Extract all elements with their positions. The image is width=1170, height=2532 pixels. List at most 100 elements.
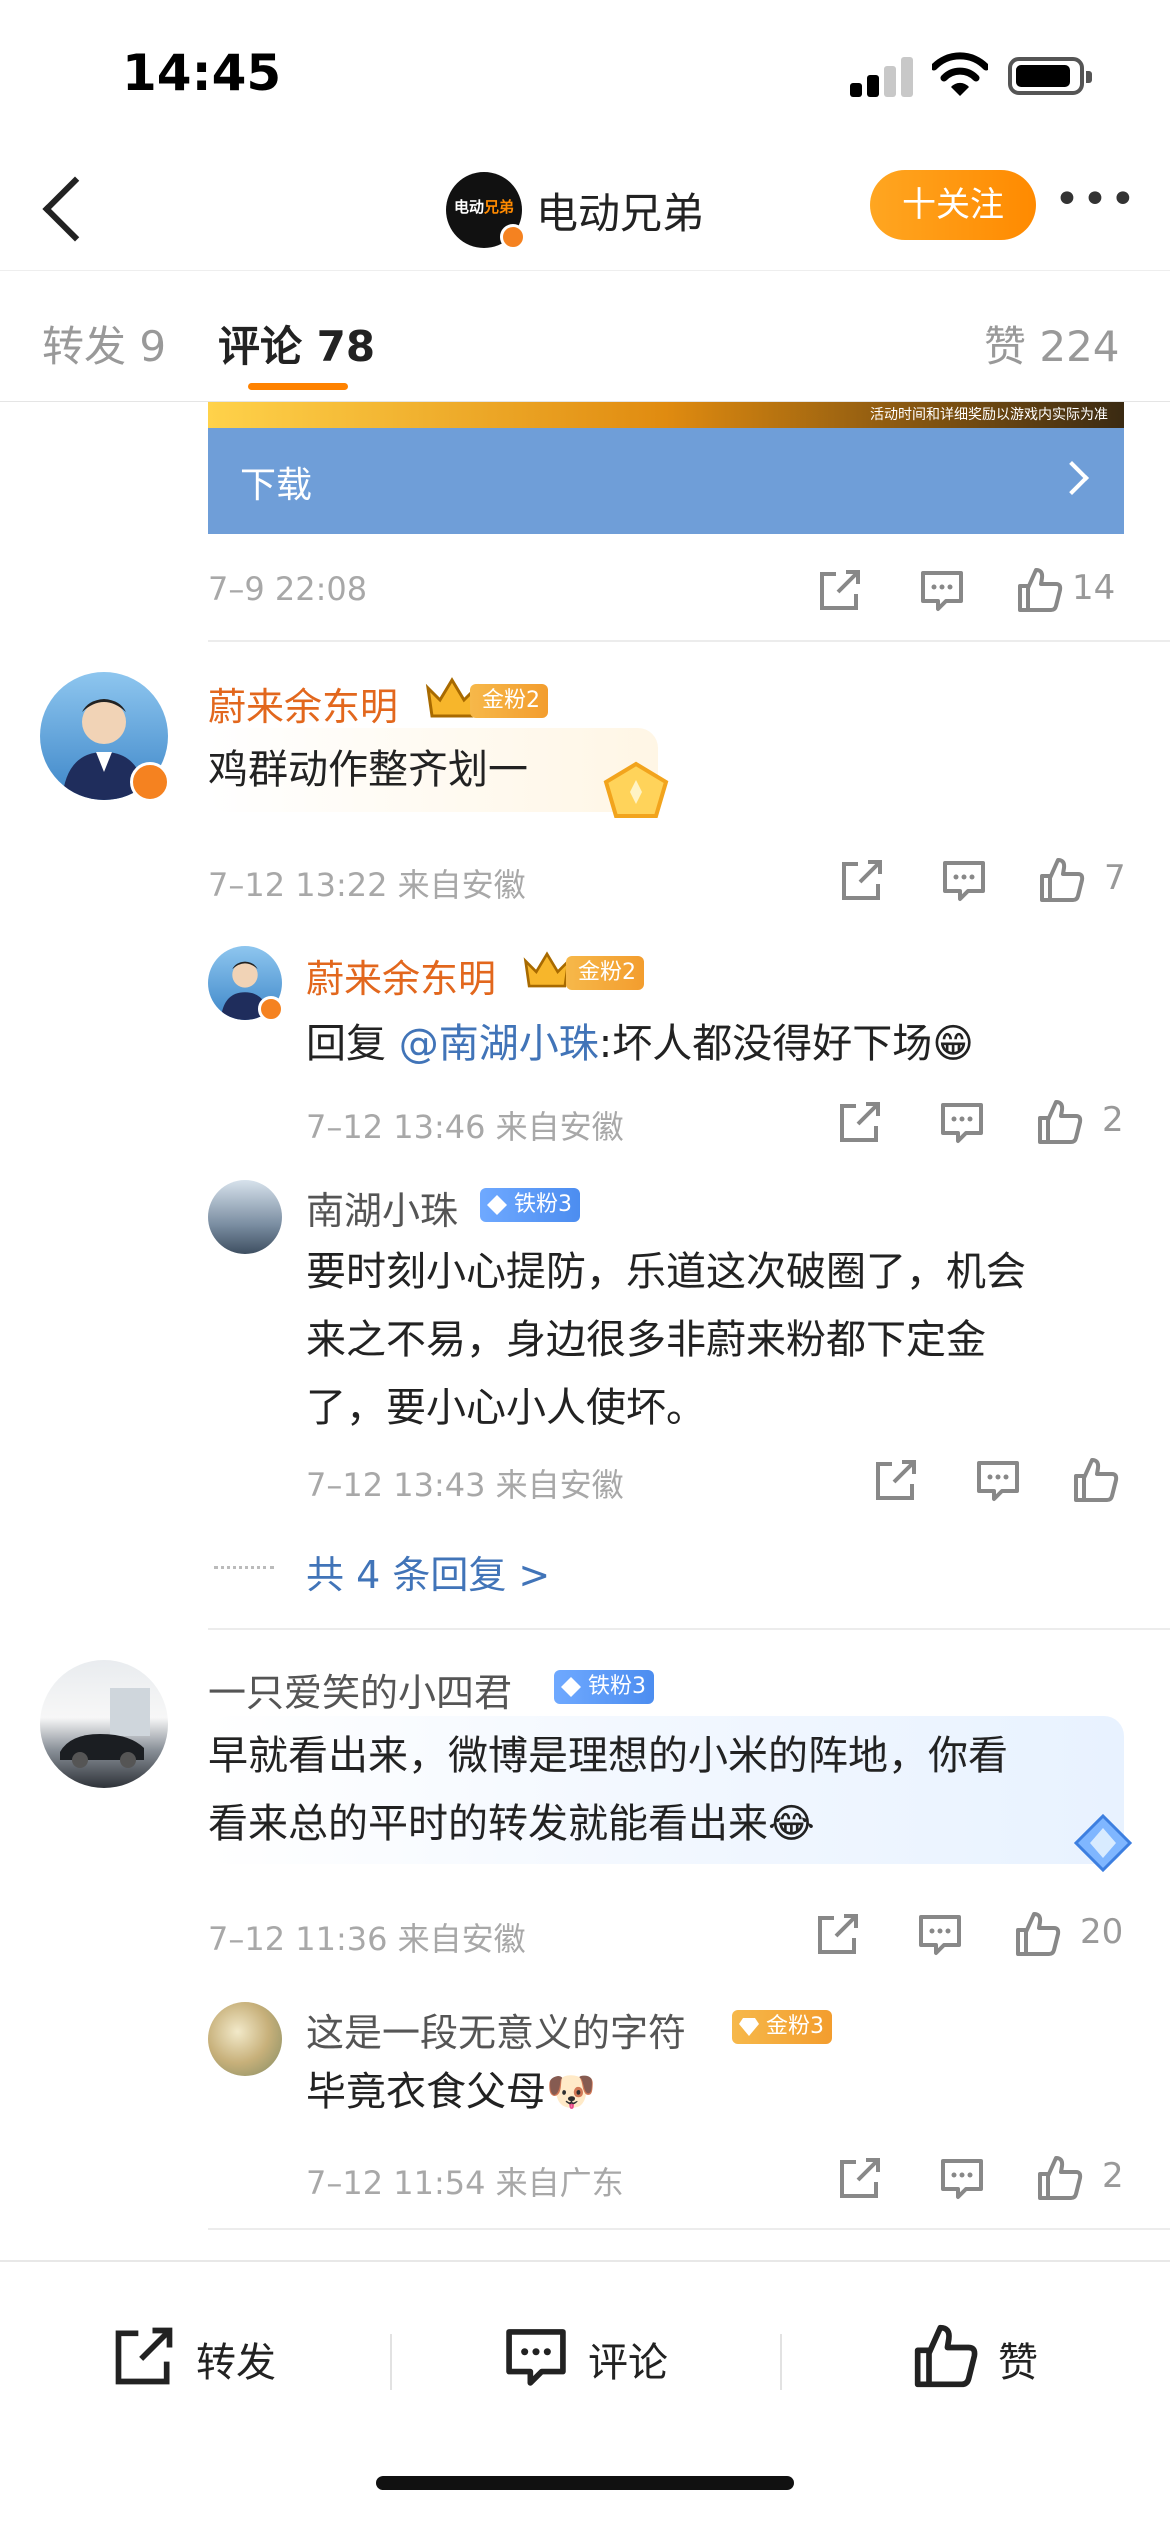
comment-text: 鸡群动作整齐划一	[208, 747, 528, 793]
active-tab-indicator	[248, 383, 348, 390]
comment-icon[interactable]	[974, 1456, 1022, 1504]
comment-actions: 7	[838, 856, 1138, 916]
fan-badge: 金粉3	[732, 2010, 832, 2044]
diamond-icon	[561, 1677, 581, 1697]
like-icon[interactable]	[1036, 1098, 1084, 1146]
tab-comments[interactable]: 评论 78	[218, 313, 375, 374]
banner-caption: 活动时间和详细奖励以游戏内实际为准	[870, 407, 1108, 423]
comment-icon	[506, 2329, 566, 2386]
divider	[208, 2228, 1170, 2230]
crown-icon	[523, 951, 571, 988]
divider	[208, 1628, 1170, 1630]
divider	[390, 2334, 392, 2390]
reply-text-line: 了，要小心小人使坏。	[306, 1385, 706, 1431]
comment-actions: 14	[816, 566, 1136, 626]
like-icon[interactable]	[1014, 1910, 1062, 1958]
comment-icon[interactable]	[916, 1910, 964, 1958]
download-label: 下载	[240, 465, 313, 506]
like-icon	[914, 2324, 978, 2388]
like-icon[interactable]	[1072, 1456, 1120, 1504]
like-count: 2	[1102, 2156, 1124, 2196]
tab-likes[interactable]: 赞 224	[984, 313, 1120, 374]
comment-button[interactable]: 评论	[502, 2322, 702, 2402]
like-count: 14	[1072, 568, 1116, 608]
tab-repost[interactable]: 转发 9	[42, 313, 166, 374]
more-options-button[interactable]: •••	[1054, 178, 1136, 230]
view-more-replies-link[interactable]: 共 4 条回复 >	[306, 1544, 550, 1599]
comment-icon[interactable]	[918, 566, 966, 614]
verified-badge-icon	[130, 762, 170, 802]
download-button[interactable]: 下载	[208, 428, 1124, 534]
fan-badge: 铁粉3	[480, 1188, 580, 1222]
comment-username[interactable]: 一只爱笑的小四君	[208, 1662, 512, 1717]
fan-badge-label: 铁粉3	[588, 1674, 646, 1699]
divider	[780, 2334, 782, 2390]
reply-text: 回复 @南湖小珠:坏人都没得好下场😁	[306, 1010, 974, 1078]
reply-body: 毕竟衣食父母	[306, 2069, 546, 2115]
reply-username[interactable]: 南湖小珠	[306, 1180, 458, 1235]
reply-text-line: 要时刻小心提防，乐道这次破圈了，机会	[306, 1249, 1026, 1295]
like-icon[interactable]	[1036, 2154, 1084, 2202]
reply-meta: 7–12 13:46 来自安徽	[306, 1108, 624, 1146]
gem-icon	[739, 2018, 759, 2036]
replies-dots	[214, 1566, 274, 1569]
reply-actions: 2	[836, 1098, 1136, 1158]
laugh-cry-emoji-icon: 😂	[768, 1801, 815, 1847]
reply-username[interactable]: 蔚来余东明	[306, 948, 496, 1003]
repost-icon	[115, 2327, 173, 2385]
fan-badge: 金粉2	[470, 684, 548, 718]
comment-text-line: 早就看出来，微博是理想的小米的阵地，你看	[208, 1733, 1008, 1779]
comment-time: 7–9 22:08	[208, 570, 368, 608]
like-count: 2	[1102, 1100, 1124, 1140]
comment-meta: 7–12 11:36 来自安徽	[208, 1920, 526, 1958]
back-button[interactable]	[30, 172, 100, 242]
gold-medal-icon	[603, 761, 669, 818]
comment-icon[interactable]	[938, 1098, 986, 1146]
follow-button[interactable]: 十关注	[870, 170, 1036, 240]
share-icon[interactable]	[836, 2154, 884, 2202]
comment-label: 评论	[588, 2340, 668, 2386]
status-time: 14:45	[122, 44, 282, 102]
ad-banner-image[interactable]: 活动时间和详细奖励以游戏内实际为准	[208, 402, 1124, 428]
like-button[interactable]: 赞	[912, 2322, 1072, 2402]
account-name[interactable]: 电动兄弟	[536, 180, 704, 241]
reply-username[interactable]: 这是一段无意义的字符	[306, 2002, 686, 2057]
reply-prefix: 回复	[306, 1021, 386, 1067]
bottom-action-bar: 转发 评论 赞	[0, 2260, 1170, 2532]
like-icon[interactable]	[1016, 566, 1064, 614]
wifi-icon	[932, 52, 988, 96]
like-count: 7	[1104, 858, 1126, 898]
chevron-right-icon	[1055, 461, 1089, 495]
comment-meta: 7–12 13:22 来自安徽	[208, 866, 526, 904]
reply-meta: 7–12 13:43 来自安徽	[306, 1466, 624, 1504]
mention-link[interactable]: @南湖小珠	[399, 1021, 599, 1067]
share-icon[interactable]	[816, 566, 864, 614]
reply-avatar[interactable]	[208, 2002, 282, 2076]
battery-icon	[1008, 57, 1092, 95]
avatar-logo-text-accent: 兄弟	[484, 198, 515, 216]
account-avatar[interactable]: 电动兄弟	[446, 172, 526, 250]
doge-emoji-icon: 🐶	[546, 2069, 596, 2115]
reply-actions	[872, 1456, 1132, 1516]
share-icon[interactable]	[872, 1456, 920, 1504]
comment-text-body: 看来总的平时的转发就能看出来	[208, 1801, 768, 1847]
nav-bar: 电动兄弟 电动兄弟 十关注 •••	[0, 150, 1170, 270]
reply-avatar[interactable]	[208, 1180, 282, 1254]
fan-badge-label: 金粉3	[766, 2014, 824, 2039]
comment-text-line: 看来总的平时的转发就能看出来😂	[208, 1790, 815, 1858]
divider	[208, 640, 1170, 642]
comment-icon[interactable]	[938, 2154, 986, 2202]
repost-button[interactable]: 转发	[110, 2322, 310, 2402]
share-icon[interactable]	[838, 856, 886, 904]
comment-username[interactable]: 蔚来余东明	[208, 676, 398, 731]
user-avatar[interactable]	[40, 1660, 168, 1788]
page: 14:45 电动兄弟 电动兄弟 十关注 ••• 转发 9 评论 78 赞 224	[0, 0, 1170, 2532]
repost-label: 转发	[196, 2340, 276, 2386]
fan-badge-label: 铁粉3	[514, 1192, 572, 1217]
comment-icon[interactable]	[940, 856, 988, 904]
share-icon[interactable]	[836, 1098, 884, 1146]
like-icon[interactable]	[1038, 856, 1086, 904]
grin-emoji-icon: 😁	[932, 1021, 974, 1067]
status-bar: 14:45	[0, 0, 1170, 150]
share-icon[interactable]	[814, 1910, 862, 1958]
